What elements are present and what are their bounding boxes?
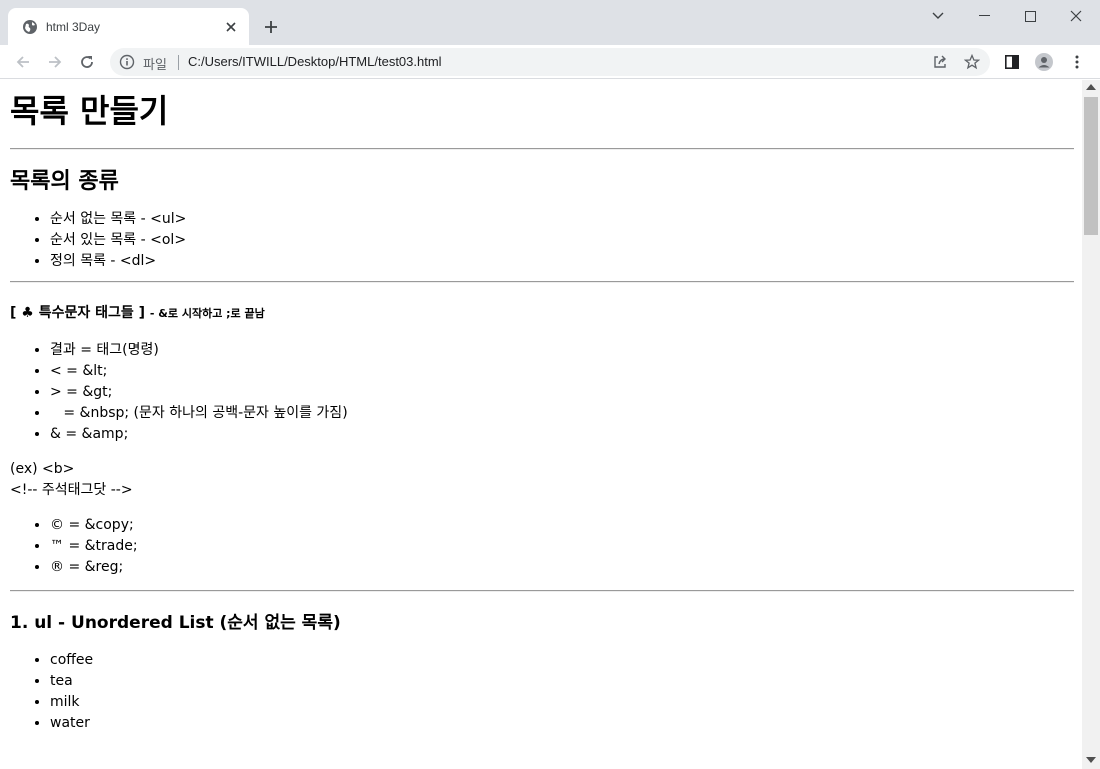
example-line: (ex) <b> — [10, 461, 75, 477]
special-chars-title: [ ♣ 특수문자 태그들 ] — [10, 305, 146, 321]
list-item: & = &amp; — [50, 424, 1074, 445]
divider — [10, 281, 1074, 283]
special-chars-list: 결과 = 태그(명령) < = &lt; > = &gt; = &nbsp; (… — [10, 340, 1074, 445]
close-window-icon[interactable] — [1053, 0, 1099, 32]
list-item: > = &gt; — [50, 382, 1074, 403]
minimize-icon[interactable] — [961, 0, 1007, 32]
tab-title: html 3Day — [46, 19, 101, 34]
list-item: tea — [50, 671, 1074, 692]
list-item: 정의 목록 - <dl> — [50, 251, 1074, 272]
list-item: ™ = &trade; — [50, 536, 1074, 557]
list-item: 순서 있는 목록 - <ol> — [50, 230, 1074, 251]
side-panel-icon[interactable] — [1003, 53, 1021, 71]
scroll-down-arrow-icon[interactable] — [1086, 757, 1096, 763]
info-icon[interactable] — [119, 54, 135, 70]
tab-search-chevron-icon[interactable] — [915, 0, 961, 32]
list-item: < = &lt; — [50, 361, 1074, 382]
address-separator — [178, 55, 179, 70]
list-item: coffee — [50, 650, 1074, 671]
ul-section-heading: 1. ul - Unordered List (순서 없는 목록) — [10, 613, 341, 633]
ul-example-list: coffee tea milk water — [10, 650, 1074, 734]
browser-tab-active[interactable]: html 3Day — [8, 8, 249, 45]
forward-arrow-icon[interactable] — [42, 49, 68, 75]
list-item: water — [50, 713, 1074, 734]
address-scheme-label: 파일 — [143, 57, 167, 72]
new-tab-icon[interactable] — [258, 14, 284, 40]
share-icon[interactable] — [932, 54, 948, 70]
kinds-heading: 목록의 종류 — [10, 169, 119, 194]
reload-icon[interactable] — [74, 49, 100, 75]
close-tab-icon[interactable] — [223, 19, 239, 35]
divider — [10, 590, 1074, 592]
comment-line: <!-- 주석태그닷 --> — [10, 482, 133, 498]
divider — [10, 148, 1074, 150]
list-item: ® = &reg; — [50, 557, 1074, 578]
more-menu-icon[interactable] — [1068, 53, 1086, 71]
list-item: milk — [50, 692, 1074, 713]
back-arrow-icon[interactable] — [10, 49, 36, 75]
bookmark-star-icon[interactable] — [963, 53, 981, 70]
special-chars-subtitle: - &로 시작하고 ;로 끝남 — [149, 307, 265, 320]
list-item: © = &copy; — [50, 515, 1074, 536]
browser-toolbar: 파일 C:/Users/ITWILL/Desktop/HTML/test03.h… — [0, 45, 1100, 79]
page-title: 목록 만들기 — [10, 92, 169, 130]
scroll-up-arrow-icon[interactable] — [1086, 84, 1096, 90]
page-viewport: 목록 만들기 목록의 종류 순서 없는 목록 - <ul> 순서 있는 목록 -… — [0, 80, 1082, 769]
address-url[interactable]: C:/Users/ITWILL/Desktop/HTML/test03.html — [188, 54, 442, 69]
symbol-list: © = &copy; ™ = &trade; ® = &reg; — [10, 515, 1074, 578]
browser-titlebar: html 3Day — [0, 0, 1100, 45]
address-bar[interactable]: 파일 C:/Users/ITWILL/Desktop/HTML/test03.h… — [110, 48, 990, 76]
vertical-scrollbar[interactable] — [1082, 80, 1100, 769]
list-item: 순서 없는 목록 - <ul> — [50, 209, 1074, 230]
list-item: = &nbsp; (문자 하나의 공백-문자 높이를 가짐) — [50, 403, 1074, 424]
globe-icon — [22, 19, 38, 35]
special-chars-heading: [ ♣ 특수문자 태그들 ] - &로 시작하고 ;로 끝남 — [10, 300, 1074, 327]
list-item: 결과 = 태그(명령) — [50, 340, 1074, 361]
maximize-icon[interactable] — [1007, 0, 1053, 32]
profile-avatar-icon[interactable] — [1035, 53, 1053, 71]
scrollbar-thumb[interactable] — [1084, 97, 1098, 235]
kinds-list: 순서 없는 목록 - <ul> 순서 있는 목록 - <ol> 정의 목록 - … — [10, 209, 1074, 272]
